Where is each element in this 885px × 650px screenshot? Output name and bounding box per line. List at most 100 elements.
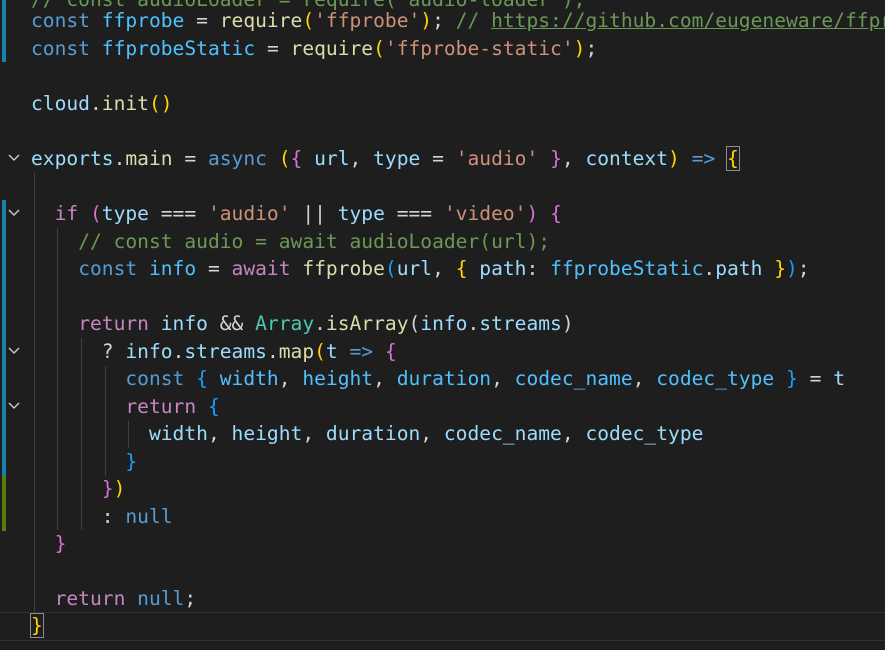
property-token: streams	[479, 312, 562, 335]
keyword-token: const	[31, 37, 90, 60]
punctuation-token: ,	[420, 422, 433, 445]
bracket-token: {	[290, 147, 303, 170]
operator-token: :	[101, 505, 114, 528]
code-line[interactable]: width, height, duration, codec_name, cod…	[0, 420, 885, 448]
bracket-token: (	[148, 92, 161, 115]
operator-token: ?	[101, 340, 114, 363]
punctuation-token: ,	[349, 147, 362, 170]
chevron-down-icon[interactable]	[7, 393, 21, 421]
property-token: path	[715, 257, 763, 280]
identifier-token: ffprobeStatic	[550, 257, 704, 280]
code-line[interactable]: const { width, height, duration, codec_n…	[0, 365, 885, 393]
code-line[interactable]: })	[0, 475, 885, 503]
bracket-token: )	[160, 92, 173, 115]
identifier-token: url	[396, 257, 433, 280]
code-line[interactable]: }	[0, 612, 885, 640]
arrow-token: =>	[691, 147, 716, 170]
punctuation-token: ,	[491, 367, 503, 390]
parameter-token: type	[373, 147, 421, 170]
operator-token: =	[266, 37, 279, 60]
parameter-token: t	[325, 340, 338, 363]
bracket-token: )	[573, 37, 586, 60]
code-editor[interactable]: // const audioLoader = require('audio-lo…	[0, 0, 885, 650]
punctuation-token: ,	[302, 422, 315, 445]
bracket-token: (	[302, 9, 315, 32]
bracket-token: (	[89, 202, 102, 225]
identifier-token: info	[420, 312, 468, 335]
bracket-token: }	[550, 147, 562, 170]
bracket-token: }	[54, 532, 67, 555]
bracket-token: {	[384, 340, 397, 363]
identifier-token: info	[125, 340, 173, 363]
code-line[interactable]: // const audio = await audioLoader(url);	[0, 228, 885, 256]
bracket-token: (	[408, 312, 421, 335]
punctuation-token: ,	[561, 147, 574, 170]
function-token: main	[125, 147, 173, 170]
punctuation-token: ,	[373, 367, 385, 390]
class-token: Array	[255, 312, 315, 335]
identifier-token: type	[337, 202, 385, 225]
chevron-down-icon[interactable]	[7, 338, 21, 366]
comment-token: //	[455, 9, 492, 32]
keyword-token: if	[54, 202, 79, 225]
operator-token: =	[196, 9, 208, 32]
bracket-token: (	[373, 37, 385, 60]
property-token: codec_name	[443, 422, 562, 445]
bracket-token: {	[550, 202, 562, 225]
code-line[interactable]: return info && Array.isArray(info.stream…	[0, 310, 885, 338]
bracket-token: )	[786, 257, 798, 280]
operator-token: ===	[160, 202, 197, 225]
identifier-token: info	[148, 257, 197, 280]
identifier-token: type	[101, 202, 149, 225]
bracket-token: }	[101, 477, 114, 500]
bracket-token: (	[278, 147, 291, 170]
code-line[interactable]: }	[0, 448, 885, 476]
identifier-token: codec_name	[514, 367, 633, 390]
keyword-token: await	[231, 257, 291, 280]
punctuation-token: .	[467, 312, 480, 335]
identifier-token: codec_type	[656, 367, 775, 390]
property-token: width	[148, 422, 208, 445]
bracket-token: {	[196, 367, 208, 390]
bracket-token: )	[113, 477, 126, 500]
keyword-token: async	[207, 147, 267, 170]
code-line[interactable]: const ffprobeStatic = require('ffprobe-s…	[0, 35, 885, 63]
property-token: height	[231, 422, 303, 445]
function-token: init	[101, 92, 149, 115]
bracket-token: )	[420, 9, 433, 32]
operator-token: ===	[396, 202, 433, 225]
code-line[interactable]: const info = await ffprobe(url, { path: …	[0, 255, 885, 283]
identifier-token: ffprobe	[101, 9, 185, 32]
comment-link[interactable]: https://github.com/eugeneware/ffprobe	[491, 9, 885, 32]
identifier-token: height	[302, 367, 374, 390]
punctuation-token: :	[526, 257, 539, 280]
punctuation-token: .	[172, 340, 185, 363]
string-token: 'video'	[443, 202, 527, 225]
code-line[interactable]: exports.main = async ({ url, type = 'aud…	[0, 145, 885, 173]
punctuation-token: .	[703, 257, 716, 280]
string-token: 'audio'	[207, 202, 291, 225]
parameter-token: url	[314, 147, 350, 170]
code-line[interactable]: const ffprobe = require('ffprobe'); // h…	[0, 7, 885, 35]
punctuation-token: ;	[797, 257, 810, 280]
operator-token: ||	[302, 202, 326, 225]
bracket-token: )	[526, 202, 539, 225]
punctuation-token: ,	[632, 367, 645, 390]
operator-token: &&	[219, 312, 244, 335]
bracket-token: (	[314, 340, 326, 363]
code-line[interactable]: return {	[0, 393, 885, 421]
punctuation-token: ,	[278, 367, 291, 390]
code-line[interactable]: ? info.streams.map(t => {	[0, 338, 885, 366]
function-token: ffprobe	[302, 257, 385, 280]
code-line[interactable]: : null	[0, 503, 885, 531]
code-line[interactable]: if (type === 'audio' || type === 'video'…	[0, 200, 885, 228]
code-line[interactable]: return null;	[0, 585, 885, 613]
operator-token: =	[432, 147, 444, 170]
code-line[interactable]: cloud.init()	[0, 90, 885, 118]
chevron-down-icon[interactable]	[7, 145, 21, 173]
chevron-down-icon[interactable]	[7, 200, 21, 228]
code-line[interactable]: }	[0, 530, 885, 558]
property-token: streams	[184, 340, 267, 363]
matched-bracket: }	[30, 613, 44, 638]
string-token: 'ffprobe'	[314, 9, 421, 32]
